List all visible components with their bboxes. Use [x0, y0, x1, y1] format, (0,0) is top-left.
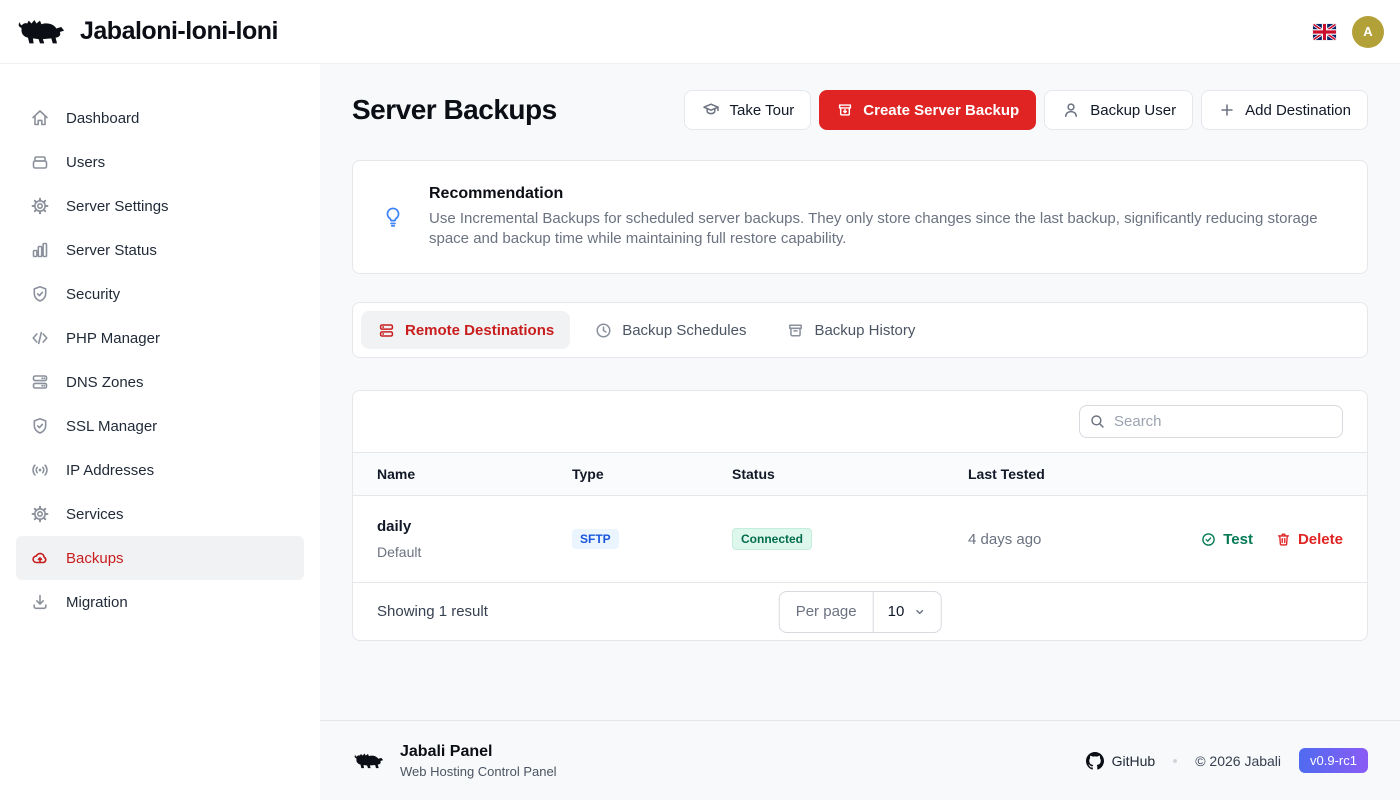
destination-name: daily: [377, 518, 572, 535]
column-header-last-tested: Last Tested: [968, 466, 1343, 482]
recommendation-text: Use Incremental Backups for scheduled se…: [429, 209, 1329, 249]
destinations-table-card: Name Type Status Last Tested daily Defau…: [352, 390, 1368, 641]
status-badge: Connected: [732, 528, 812, 550]
footer-tagline: Web Hosting Control Panel: [400, 764, 557, 779]
destination-subtitle: Default: [377, 544, 572, 560]
chevron-down-icon: [912, 605, 926, 619]
backup-tabs: Remote Destinations Backup Schedules Bac…: [352, 302, 1368, 358]
tab-remote-destinations[interactable]: Remote Destinations: [361, 311, 570, 349]
create-server-backup-button[interactable]: Create Server Backup: [819, 90, 1036, 130]
sidebar-item-users[interactable]: Users: [16, 140, 304, 184]
check-circle-icon: [1200, 531, 1217, 548]
column-header-status: Status: [732, 466, 968, 482]
sidebar-item-php-manager[interactable]: PHP Manager: [16, 316, 304, 360]
sidebar-item-services[interactable]: Services: [16, 492, 304, 536]
test-button[interactable]: Test: [1200, 531, 1253, 548]
app-brand[interactable]: Jabaloni-loni-loni: [14, 15, 278, 49]
graduation-cap-icon: [701, 100, 721, 120]
sidebar-item-backups[interactable]: Backups: [16, 536, 304, 580]
archive-box-icon: [786, 321, 805, 340]
cloud-upload-icon: [30, 548, 50, 568]
add-destination-button[interactable]: Add Destination: [1201, 90, 1368, 130]
plus-icon: [1218, 101, 1236, 119]
tab-backup-history[interactable]: Backup History: [770, 311, 931, 349]
sidebar-item-server-settings[interactable]: Server Settings: [16, 184, 304, 228]
trash-icon: [1275, 531, 1292, 548]
tab-backup-schedules[interactable]: Backup Schedules: [578, 311, 762, 349]
footer-brand-name: Jabali Panel: [400, 743, 557, 761]
type-badge: SFTP: [572, 529, 619, 549]
language-flag-icon[interactable]: [1313, 24, 1336, 40]
user-icon: [1061, 100, 1081, 120]
table-header-row: Name Type Status Last Tested: [353, 452, 1367, 496]
recommendation-title: Recommendation: [429, 185, 1329, 203]
bar-chart-icon: [30, 240, 50, 260]
sidebar-item-ssl-manager[interactable]: SSL Manager: [16, 404, 304, 448]
search-icon: [1089, 413, 1106, 430]
delete-button[interactable]: Delete: [1275, 531, 1343, 548]
per-page-label: Per page: [780, 592, 874, 632]
table-row: daily Default SFTP Connected 4 days ago …: [353, 496, 1367, 582]
sidebar-item-dashboard[interactable]: Dashboard: [16, 96, 304, 140]
github-icon: [1086, 752, 1104, 770]
copyright-text: © 2026 Jabali: [1195, 753, 1281, 769]
sidebar: Dashboard Users Server Settings Server S…: [0, 64, 320, 800]
drawer-icon: [30, 152, 50, 172]
gear-icon: [30, 196, 50, 216]
version-badge: v0.9-rc1: [1299, 748, 1368, 773]
download-tray-icon: [30, 592, 50, 612]
search-input[interactable]: [1079, 405, 1343, 438]
dot-separator: [1173, 759, 1177, 763]
sidebar-item-security[interactable]: Security: [16, 272, 304, 316]
top-bar: Jabaloni-loni-loni A: [0, 0, 1400, 64]
lightbulb-icon: [381, 205, 405, 229]
per-page-control[interactable]: Per page 10: [779, 591, 942, 633]
main-content: Server Backups Take Tour Create Server B…: [320, 64, 1400, 800]
page-footer: Jabali Panel Web Hosting Control Panel G…: [320, 720, 1400, 800]
sidebar-item-dns-zones[interactable]: DNS Zones: [16, 360, 304, 404]
archive-download-icon: [836, 101, 854, 119]
github-link[interactable]: GitHub: [1086, 752, 1156, 770]
user-avatar[interactable]: A: [1352, 16, 1384, 48]
per-page-value: 10: [888, 603, 905, 620]
sidebar-item-migration[interactable]: Migration: [16, 580, 304, 624]
column-header-type: Type: [572, 466, 732, 482]
broadcast-icon: [30, 460, 50, 480]
boar-logo-icon: [352, 750, 384, 772]
server-icon: [377, 321, 396, 340]
column-header-name: Name: [377, 466, 572, 482]
boar-logo-icon: [14, 15, 66, 49]
app-title: Jabaloni-loni-loni: [80, 17, 278, 46]
page-title: Server Backups: [352, 94, 557, 126]
shield-check-icon: [30, 284, 50, 304]
backup-user-button[interactable]: Backup User: [1044, 90, 1193, 130]
sidebar-item-ip-addresses[interactable]: IP Addresses: [16, 448, 304, 492]
results-count: Showing 1 result: [377, 603, 488, 620]
code-icon: [30, 328, 50, 348]
home-icon: [30, 108, 50, 128]
last-tested-value: 4 days ago: [968, 531, 1200, 548]
sidebar-item-server-status[interactable]: Server Status: [16, 228, 304, 272]
server-stack-icon: [30, 372, 50, 392]
shield-check-icon: [30, 416, 50, 436]
recommendation-card: Recommendation Use Incremental Backups f…: [352, 160, 1368, 274]
take-tour-button[interactable]: Take Tour: [684, 90, 812, 130]
clock-icon: [594, 321, 613, 340]
gear-icon: [30, 504, 50, 524]
